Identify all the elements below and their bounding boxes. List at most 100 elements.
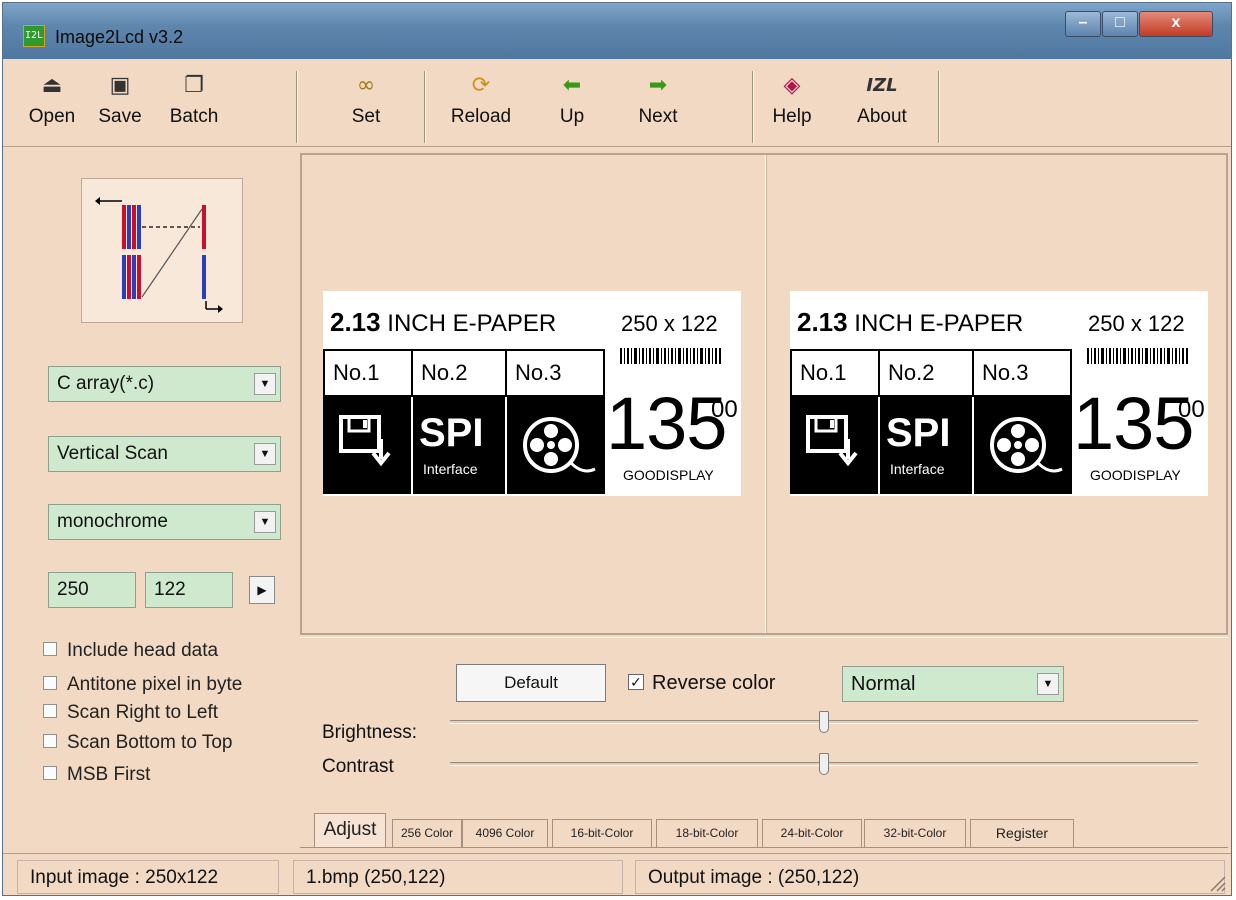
epaper-title: 2.13 INCH E-PAPER [797, 307, 1023, 338]
apply-size-button[interactable]: ▶ [249, 576, 275, 604]
contrast-label: Contrast [322, 756, 394, 777]
scan-bottom-to-top-checkbox[interactable]: Scan Bottom to Top [43, 730, 232, 756]
brightness-slider[interactable] [450, 711, 1198, 733]
contrast-slider-thumb[interactable] [819, 753, 829, 775]
color-mode-select[interactable]: Normal ▼ [842, 666, 1064, 702]
epaper-cell: No.1 [790, 349, 880, 397]
adjust-tabs: Adjust 256 Color 4096 Color 16-bit-Color… [300, 813, 1228, 848]
scan-mode-value: Vertical Scan [57, 443, 168, 464]
set-button[interactable]: ∞ Set [331, 71, 401, 143]
width-input[interactable]: 250 [48, 572, 136, 608]
epaper-cell: No.3 [972, 349, 1072, 397]
contrast-slider[interactable] [450, 753, 1198, 775]
checkbox-icon[interactable] [43, 704, 57, 719]
close-button[interactable]: x [1139, 11, 1213, 37]
chevron-down-icon[interactable]: ▼ [1037, 673, 1059, 695]
up-button[interactable]: ⬅ Up [537, 71, 607, 143]
film-reel-icon [990, 417, 1063, 473]
epaper-separator [505, 397, 507, 494]
reload-button[interactable]: ⟳ Reload [441, 71, 521, 143]
about-label: About [857, 106, 907, 127]
epaper-cell: No.2 [411, 349, 507, 397]
tab-18-bit-color[interactable]: 18-bit-Color [656, 819, 758, 847]
title-bar[interactable]: I2L Image2Lcd v3.2 – □ x [3, 3, 1231, 59]
epaper-price-cents: 00 [1178, 396, 1205, 423]
chevron-down-icon[interactable]: ▼ [254, 443, 276, 465]
input-image-status: Input image : 250x122 [17, 860, 279, 894]
reload-icon: ⟳ [471, 73, 491, 98]
film-reel-icon [523, 417, 596, 473]
reverse-color-checkbox[interactable]: ✓ Reverse color [628, 672, 775, 695]
checkbox-icon[interactable] [43, 676, 57, 691]
settings-panel: C array(*.c) ▼ Vertical Scan ▼ monochrom… [3, 148, 296, 851]
image-preview-area: 2.13 INCH E-PAPER 250 x 122 No.1 No.2 No… [300, 153, 1228, 635]
open-icon: ⏏ [41, 73, 63, 98]
reload-label: Reload [450, 106, 512, 127]
checkbox-icon[interactable] [43, 642, 57, 657]
arrow-right-icon: ➡ [648, 73, 668, 98]
checkbox-label: MSB First [67, 764, 151, 785]
glasses-icon: ∞ [356, 73, 376, 98]
input-image-preview: 2.13 INCH E-PAPER 250 x 122 No.1 No.2 No… [323, 291, 741, 496]
checkbox-label: Scan Right to Left [67, 702, 219, 723]
arrow-left-icon: ⬅ [562, 73, 582, 98]
status-bar: Input image : 250x122 1.bmp (250,122) Ou… [3, 853, 1231, 895]
gray-mode-value: monochrome [57, 511, 168, 532]
tab-16-bit-color[interactable]: 16-bit-Color [552, 819, 652, 847]
include-head-data-checkbox[interactable]: Include head data [43, 638, 218, 664]
about-button[interactable]: IZL About [847, 71, 917, 143]
file-status: 1.bmp (250,122) [293, 860, 623, 894]
output-type-value: C array(*.c) [57, 373, 155, 394]
reverse-color-label: Reverse color [652, 672, 776, 694]
gray-mode-select[interactable]: monochrome ▼ [48, 504, 281, 540]
epaper-feature-strip: SPI Interface [323, 397, 605, 494]
toolbar-group-set: ∞ Set [309, 71, 425, 143]
minimize-button[interactable]: – [1065, 11, 1101, 37]
next-button[interactable]: ➡ Next [623, 71, 693, 143]
open-button[interactable]: ⏏ Open [17, 71, 87, 143]
tab-24-bit-color[interactable]: 24-bit-Color [762, 819, 862, 847]
antitone-pixel-checkbox[interactable]: Antitone pixel in byte [43, 672, 242, 698]
tab-register[interactable]: Register [970, 819, 1074, 847]
scan-mode-select[interactable]: Vertical Scan ▼ [48, 436, 281, 472]
resize-grip-icon[interactable] [1205, 871, 1227, 893]
output-type-select[interactable]: C array(*.c) ▼ [48, 366, 281, 402]
save-button[interactable]: ▣ Save [85, 71, 155, 143]
about-icon: IZL [866, 75, 898, 96]
help-label: Help [772, 106, 812, 127]
brightness-slider-thumb[interactable] [819, 711, 829, 733]
batch-icon: ❐ [184, 73, 204, 98]
checkbox-checked-icon[interactable]: ✓ [628, 674, 644, 691]
epaper-cells: No.1 No.2 No.3 [323, 349, 605, 397]
epaper-title-text: INCH E-PAPER [847, 310, 1024, 337]
download-disk-icon [806, 415, 858, 467]
epaper-cell: No.3 [505, 349, 605, 397]
save-icon: ▣ [109, 73, 131, 98]
tab-4096-color[interactable]: 4096 Color [462, 819, 548, 847]
msb-first-checkbox[interactable]: MSB First [43, 762, 150, 788]
epaper-separator [972, 397, 974, 494]
interface-label: Interface [423, 461, 478, 477]
batch-button[interactable]: ❐ Batch [159, 71, 229, 143]
tab-256-color[interactable]: 256 Color [392, 819, 462, 847]
maximize-button[interactable]: □ [1102, 11, 1138, 37]
height-input[interactable]: 122 [145, 572, 233, 608]
barcode-icon [1087, 348, 1188, 364]
help-button[interactable]: ◈ Help [757, 71, 827, 143]
epaper-brand: GOODISPLAY [1090, 467, 1181, 483]
epaper-resolution: 250 x 122 [1088, 311, 1185, 336]
output-image-preview: 2.13 INCH E-PAPER 250 x 122 No.1 No.2 No… [790, 291, 1208, 496]
toolbar: ⏏ Open ▣ Save ❐ Batch ∞ Set ⟳ Reload ⬅ U… [3, 59, 1231, 147]
preview-divider [765, 155, 767, 633]
scan-right-to-left-checkbox[interactable]: Scan Right to Left [43, 700, 218, 726]
app-window: I2L Image2Lcd v3.2 – □ x ⏏ Open ▣ Save ❐… [2, 2, 1232, 896]
tab-adjust[interactable]: Adjust [314, 813, 386, 847]
default-button[interactable]: Default [456, 664, 606, 702]
checkbox-icon[interactable] [43, 734, 57, 749]
epaper-title: 2.13 INCH E-PAPER [330, 307, 556, 338]
chevron-down-icon[interactable]: ▼ [254, 511, 276, 533]
checkbox-icon[interactable] [43, 766, 57, 781]
epaper-brand: GOODISPLAY [623, 467, 714, 483]
chevron-down-icon[interactable]: ▼ [254, 373, 276, 395]
tab-32-bit-color[interactable]: 32-bit-Color [864, 819, 966, 847]
